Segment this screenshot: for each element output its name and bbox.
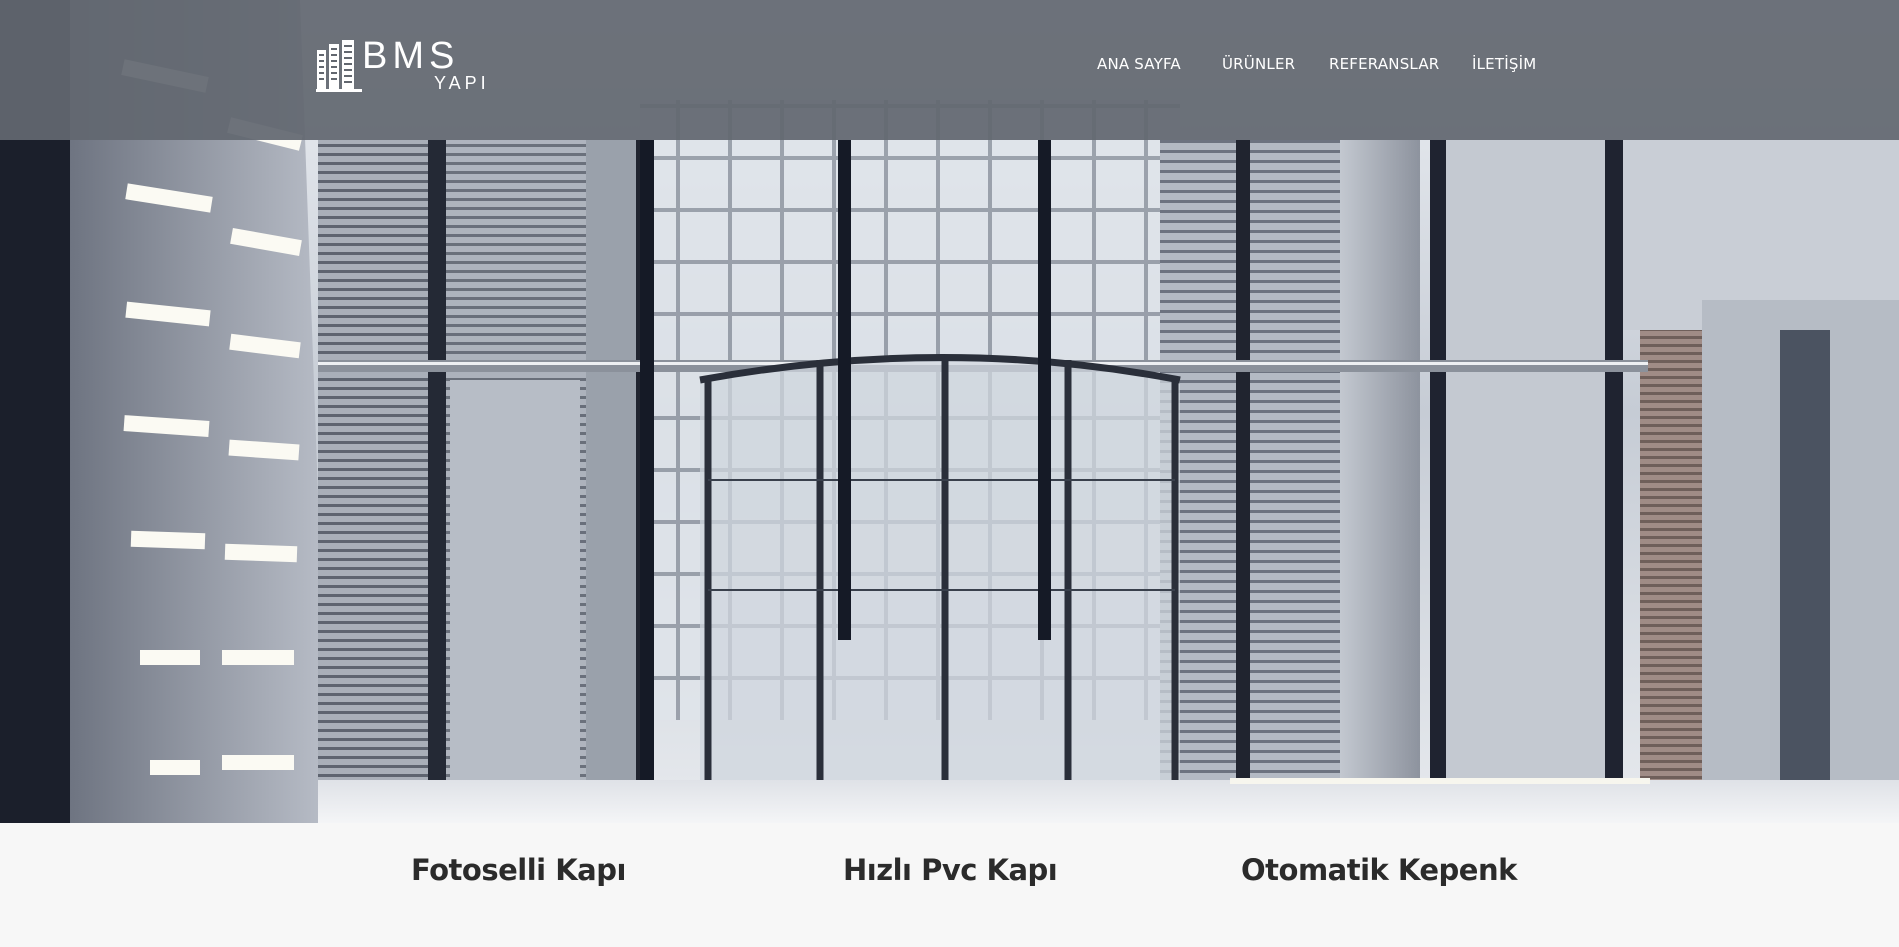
nav-item-iletisim[interactable]: İLETİŞİM <box>1472 54 1536 74</box>
building-logo-icon <box>316 40 362 92</box>
nav-item-ana-sayfa[interactable]: ANA SAYFA <box>1097 54 1181 74</box>
logo-subtext: YAPI <box>434 73 490 93</box>
feature-title-fotoselli-kapi[interactable]: Fotoselli Kapı <box>411 853 626 887</box>
feature-title-hizli-pvc-kapi[interactable]: Hızlı Pvc Kapı <box>843 853 1058 887</box>
logo-text: BMS <box>362 35 460 77</box>
site-header: BMS YAPI ANA SAYFA ÜRÜNLER REFERANSLAR İ… <box>0 0 1899 140</box>
features-section: Fotoselli Kapı Hızlı Pvc Kapı Otomatik K… <box>0 823 1899 947</box>
hero-section: BMS YAPI ANA SAYFA ÜRÜNLER REFERANSLAR İ… <box>0 0 1899 823</box>
nav-item-urunler[interactable]: ÜRÜNLER <box>1222 54 1295 74</box>
logo[interactable]: BMS YAPI <box>316 35 486 94</box>
nav-item-referanslar[interactable]: REFERANSLAR <box>1329 54 1439 74</box>
feature-title-otomatik-kepenk[interactable]: Otomatik Kepenk <box>1241 853 1517 887</box>
